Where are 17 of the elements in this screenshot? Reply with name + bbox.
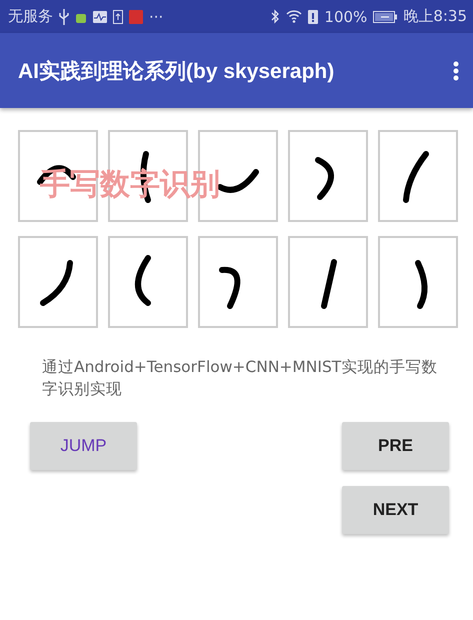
- battery-percent-text: 100%: [324, 8, 368, 26]
- alert-icon: [308, 10, 318, 24]
- app-title: AI实践到理论系列(by skyseraph): [18, 58, 336, 84]
- carrier-text: 无服务: [8, 7, 53, 26]
- menu-icon[interactable]: [453, 60, 459, 80]
- previous-button[interactable]: PRE: [342, 422, 449, 470]
- more-notifications-text: ···: [149, 8, 164, 26]
- clock-text: 晚上8:35: [403, 7, 467, 26]
- wifi-icon: [286, 10, 302, 23]
- usb-icon: [59, 8, 69, 24]
- bluetooth-icon: [271, 9, 280, 24]
- jump-button[interactable]: JUMP: [30, 422, 137, 470]
- next-button[interactable]: NEXT: [342, 486, 449, 534]
- battery-charging-icon: [373, 10, 398, 22]
- upload-icon: [113, 10, 123, 24]
- description-text: 通过Android+TensorFlow+CNN+MNIST实现的手写数字识别实现: [42, 357, 438, 400]
- activity-icon: [93, 10, 107, 22]
